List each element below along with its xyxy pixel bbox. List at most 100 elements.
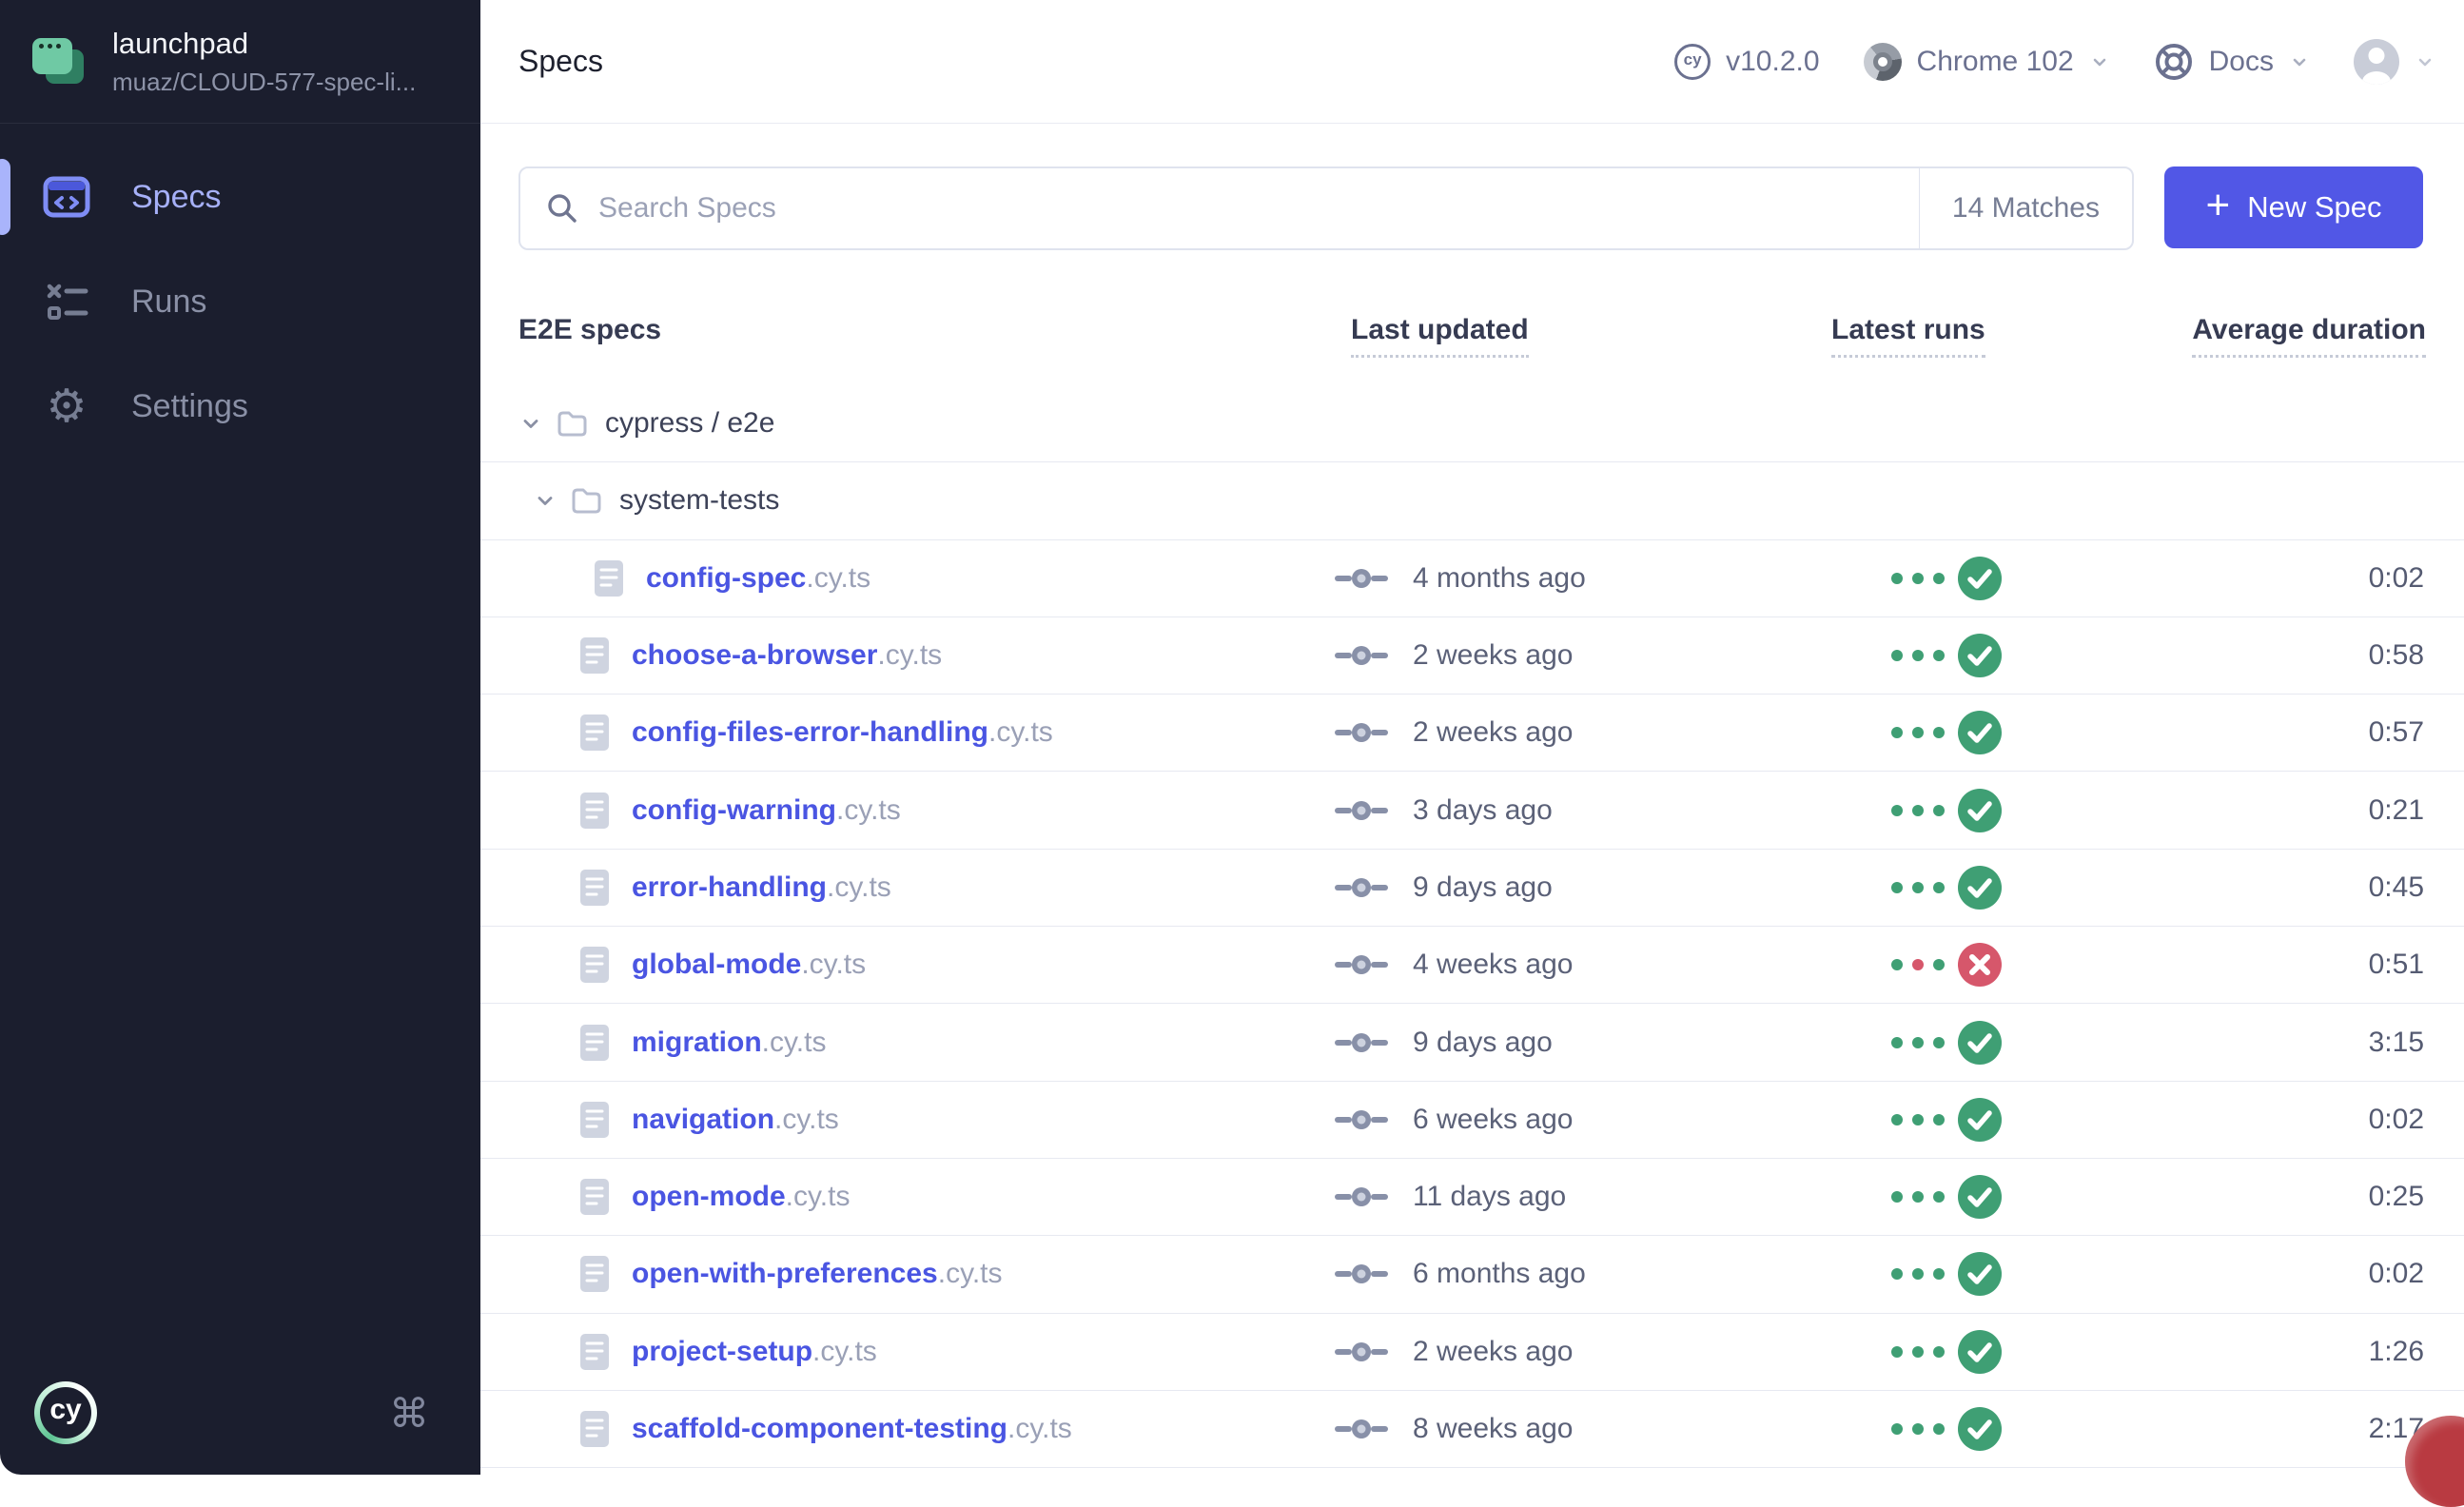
spec-row[interactable]: global-mode.cy.ts 4 weeks ago 0:51 — [480, 927, 2464, 1004]
spec-name-link[interactable]: open-mode — [632, 1181, 786, 1213]
last-updated-text: 8 weeks ago — [1413, 1413, 1573, 1445]
run-history-dots — [1891, 727, 1945, 738]
column-header-latest-runs[interactable]: Latest runs — [1831, 314, 1985, 358]
sidebar-item-specs[interactable]: Specs — [0, 154, 480, 240]
spec-row[interactable]: open-with-preferences.cy.ts 6 months ago… — [480, 1236, 2464, 1313]
spec-row[interactable]: scaffold-component-testing.cy.ts 8 weeks… — [480, 1391, 2464, 1468]
sidebar-header: launchpad muaz/CLOUD-577-spec-li... — [0, 0, 480, 124]
latest-runs-cell[interactable] — [1891, 943, 2002, 987]
last-updated-cell: 9 days ago — [1335, 871, 1553, 904]
spec-name-link[interactable]: config-files-error-handling — [632, 716, 988, 749]
spec-file-icon — [578, 1177, 611, 1217]
active-indicator — [0, 159, 10, 235]
folder-name: system-tests — [619, 484, 779, 517]
average-duration-cell: 0:02 — [2369, 562, 2424, 595]
specs-icon — [42, 172, 91, 222]
project-name: muaz/CLOUD-577-spec-li... — [112, 68, 416, 97]
latest-runs-cell[interactable] — [1891, 1175, 2002, 1219]
spec-file-icon — [593, 558, 625, 598]
user-menu[interactable] — [2354, 39, 2435, 85]
average-duration-cell: 0:02 — [2369, 1104, 2424, 1136]
chevron-down-icon — [2089, 51, 2110, 72]
spec-row[interactable]: open-mode.cy.ts 11 days ago 0:25 — [480, 1159, 2464, 1236]
folder-row[interactable]: cypress / e2e — [480, 385, 2464, 462]
chevron-down-icon[interactable] — [519, 412, 542, 435]
chevron-down-icon[interactable] — [534, 489, 557, 512]
spec-row[interactable]: config-spec.cy.ts 4 months ago 0:02 — [480, 540, 2464, 617]
spec-name-link[interactable]: global-mode — [632, 949, 801, 981]
run-status-icon — [1958, 943, 2002, 987]
spec-row[interactable]: error-handling.cy.ts 9 days ago 0:45 — [480, 850, 2464, 927]
new-spec-button[interactable]: + New Spec — [2164, 166, 2423, 248]
latest-runs-cell[interactable] — [1891, 711, 2002, 754]
spec-name-link[interactable]: choose-a-browser — [632, 639, 877, 672]
spec-name-link[interactable]: error-handling — [632, 871, 827, 904]
spec-file-icon — [578, 1409, 611, 1449]
last-updated-text: 4 weeks ago — [1413, 949, 1573, 981]
git-commit-icon — [1335, 1184, 1388, 1210]
last-updated-cell: 4 weeks ago — [1335, 949, 1573, 981]
spec-name-link[interactable]: project-setup — [632, 1336, 812, 1368]
version-display[interactable]: cy v10.2.0 — [1674, 44, 1819, 80]
run-history-dots — [1891, 573, 1945, 584]
spec-extension: .cy.ts — [877, 639, 942, 672]
spec-name-link[interactable]: scaffold-component-testing — [632, 1413, 1007, 1445]
sidebar-item-settings[interactable]: ⚙ Settings — [0, 363, 480, 449]
match-count: 14 Matches — [1919, 168, 2132, 248]
sidebar-item-runs[interactable]: Runs — [0, 259, 480, 344]
latest-runs-cell[interactable] — [1891, 1021, 2002, 1065]
browser-selector[interactable]: Chrome 102 — [1864, 43, 2110, 81]
spec-name-link[interactable]: config-spec — [646, 562, 806, 595]
latest-runs-cell[interactable] — [1891, 1252, 2002, 1296]
sidebar-item-label: Settings — [131, 388, 248, 425]
latest-runs-cell[interactable] — [1891, 1098, 2002, 1142]
folder-row[interactable]: system-tests — [480, 462, 2464, 539]
launchpad-app-icon — [32, 36, 88, 88]
last-updated-cell: 2 weeks ago — [1335, 639, 1573, 672]
search-input[interactable] — [598, 192, 1919, 225]
spec-row[interactable]: navigation.cy.ts 6 weeks ago 0:02 — [480, 1082, 2464, 1159]
run-history-dots — [1891, 959, 1945, 970]
cypress-logo[interactable]: cy — [34, 1381, 97, 1444]
docs-menu[interactable]: Docs — [2154, 42, 2310, 82]
keyboard-shortcuts-icon[interactable]: ⌘ — [389, 1390, 429, 1437]
run-history-dots — [1891, 1037, 1945, 1048]
latest-runs-cell[interactable] — [1891, 1330, 2002, 1374]
latest-runs-cell[interactable] — [1891, 866, 2002, 910]
spec-name-link[interactable]: migration — [632, 1027, 762, 1059]
spec-extension: .cy.ts — [801, 949, 866, 981]
run-status-icon — [1958, 711, 2002, 754]
average-duration-cell: 0:58 — [2369, 639, 2424, 672]
git-commit-icon — [1335, 1416, 1388, 1442]
spec-row[interactable]: migration.cy.ts 9 days ago 3:15 — [480, 1004, 2464, 1081]
latest-runs-cell[interactable] — [1891, 1407, 2002, 1451]
latest-runs-cell[interactable] — [1891, 789, 2002, 832]
spec-row[interactable]: choose-a-browser.cy.ts 2 weeks ago 0:58 — [480, 617, 2464, 695]
spec-name-link[interactable]: navigation — [632, 1104, 774, 1136]
last-updated-text: 6 weeks ago — [1413, 1104, 1573, 1136]
spec-name-link[interactable]: config-warning — [632, 794, 836, 827]
column-header-specs: E2E specs — [518, 314, 661, 346]
spec-name-link[interactable]: open-with-preferences — [632, 1258, 938, 1290]
specs-page: 14 Matches + New Spec E2E specs Last upd… — [480, 124, 2464, 1475]
last-updated-text: 11 days ago — [1413, 1181, 1566, 1213]
run-status-icon — [1958, 1175, 2002, 1219]
average-duration-cell: 0:25 — [2369, 1181, 2424, 1213]
git-commit-icon — [1335, 951, 1388, 978]
latest-runs-cell[interactable] — [1891, 634, 2002, 677]
last-updated-text: 2 weeks ago — [1413, 716, 1573, 749]
spec-row[interactable]: project-setup.cy.ts 2 weeks ago 1:26 — [480, 1314, 2464, 1391]
last-updated-text: 2 weeks ago — [1413, 1336, 1573, 1368]
app-title: launchpad — [112, 26, 416, 63]
spec-row[interactable]: config-warning.cy.ts 3 days ago 0:21 — [480, 772, 2464, 849]
git-commit-icon — [1335, 565, 1388, 592]
spec-extension: .cy.ts — [806, 562, 870, 595]
column-header-last-updated[interactable]: Last updated — [1351, 314, 1529, 358]
last-updated-text: 4 months ago — [1413, 562, 1586, 595]
column-header-average-duration[interactable]: Average duration — [2192, 314, 2426, 358]
spec-file-icon — [578, 791, 611, 831]
last-updated-cell: 8 weeks ago — [1335, 1413, 1573, 1445]
latest-runs-cell[interactable] — [1891, 557, 2002, 600]
spec-extension: .cy.ts — [812, 1336, 877, 1368]
spec-row[interactable]: config-files-error-handling.cy.ts 2 week… — [480, 695, 2464, 772]
